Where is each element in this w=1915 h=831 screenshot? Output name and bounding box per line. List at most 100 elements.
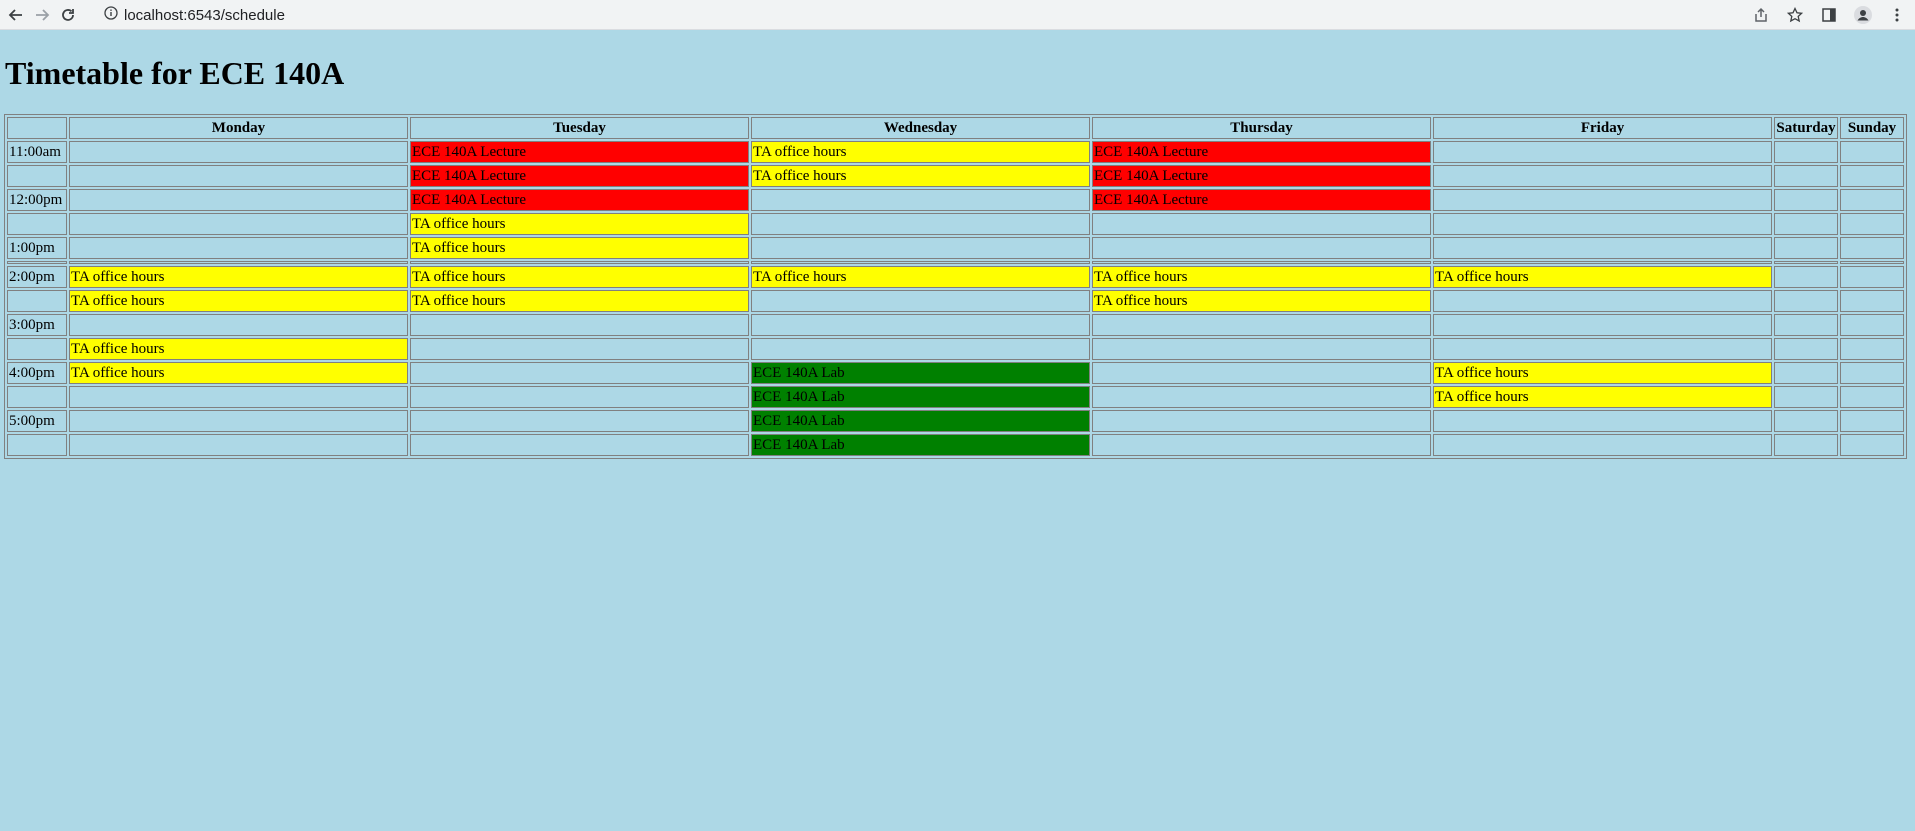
empty-slot-cell (68, 189, 408, 211)
empty-slot-cell (1433, 213, 1773, 235)
menu-kebab-icon[interactable] (1885, 4, 1909, 26)
address-bar[interactable]: localhost:6543/schedule (104, 3, 285, 27)
empty-slot-cell (409, 434, 750, 456)
empty-slot-cell (409, 314, 750, 336)
ta-office-hours-cell: TA office hours (409, 237, 750, 259)
ta-office-hours-cell: TA office hours (751, 141, 1090, 163)
timetable: Monday Tuesday Wednesday Thursday Friday Satu… (4, 114, 1907, 459)
empty-slot-cell (1774, 410, 1838, 432)
empty-slot-cell (68, 165, 408, 187)
lecture-cell: ECE 140A Lecture (409, 141, 750, 163)
empty-slot-cell (1433, 314, 1773, 336)
bookmark-star-icon[interactable] (1783, 4, 1807, 26)
empty-slot-cell (1840, 213, 1904, 235)
empty-slot-cell (1840, 386, 1904, 408)
time-label (7, 261, 67, 264)
empty-slot-cell (1840, 290, 1904, 312)
header-saturday: Saturday (1774, 117, 1838, 139)
ta-office-hours-cell: TA office hours (409, 266, 750, 288)
site-info-icon[interactable] (104, 5, 118, 25)
empty-slot-cell (751, 237, 1090, 259)
empty-slot-cell (68, 314, 408, 336)
time-label (7, 213, 67, 235)
empty-slot-cell (1433, 338, 1773, 360)
empty-slot-cell (1774, 290, 1838, 312)
lecture-cell: ECE 140A Lecture (1091, 165, 1432, 187)
empty-slot-cell (1091, 434, 1432, 456)
ta-office-hours-cell: TA office hours (68, 362, 408, 384)
time-label: 12:00pm (7, 189, 67, 211)
empty-slot-cell (68, 141, 408, 163)
empty-slot-cell (1774, 266, 1838, 288)
empty-slot-cell (409, 362, 750, 384)
header-wednesday: Wednesday (751, 117, 1090, 139)
empty-slot-cell (409, 386, 750, 408)
time-slot-row: 5:00pm ECE 140A Lab (7, 410, 1904, 432)
empty-slot-cell (1433, 290, 1773, 312)
empty-slot-cell (409, 410, 750, 432)
spacer-row (7, 261, 1904, 264)
empty-slot-cell (68, 261, 408, 264)
empty-slot-cell (751, 213, 1090, 235)
empty-slot-cell (1433, 237, 1773, 259)
lab-cell: ECE 140A Lab (751, 362, 1090, 384)
empty-slot-cell (1774, 386, 1838, 408)
empty-slot-cell (1433, 165, 1773, 187)
empty-slot-cell (1774, 338, 1838, 360)
empty-slot-cell (1433, 410, 1773, 432)
empty-slot-cell (1433, 434, 1773, 456)
empty-slot-cell (1774, 261, 1838, 264)
time-slot-row: 2:00pm TA office hours TA office hours TA o… (7, 266, 1904, 288)
empty-slot-cell (1774, 434, 1838, 456)
empty-slot-cell (751, 338, 1090, 360)
time-label (7, 434, 67, 456)
ta-office-hours-cell: TA office hours (1433, 362, 1773, 384)
url-text[interactable]: localhost:6543/schedule (124, 7, 285, 24)
profile-avatar-icon[interactable] (1851, 4, 1875, 26)
empty-slot-cell (1774, 314, 1838, 336)
empty-slot-cell (751, 314, 1090, 336)
header-friday: Friday (1433, 117, 1773, 139)
empty-slot-cell (68, 237, 408, 259)
time-label: 1:00pm (7, 237, 67, 259)
ta-office-hours-cell: TA office hours (68, 338, 408, 360)
lab-cell: ECE 140A Lab (751, 386, 1090, 408)
empty-slot-cell (1091, 237, 1432, 259)
empty-slot-cell (1840, 189, 1904, 211)
empty-slot-cell (1091, 338, 1432, 360)
ta-office-hours-cell: TA office hours (751, 165, 1090, 187)
ta-office-hours-cell: TA office hours (1433, 266, 1773, 288)
empty-slot-cell (1774, 237, 1838, 259)
empty-slot-cell (1091, 213, 1432, 235)
time-label (7, 290, 67, 312)
forward-arrow-icon[interactable] (30, 4, 54, 26)
page-body: Timetable for ECE 140A Monday Tuesday Wedn… (0, 30, 1915, 831)
header-monday: Monday (68, 117, 408, 139)
empty-slot-cell (1840, 141, 1904, 163)
empty-slot-cell (1433, 261, 1773, 264)
time-label (7, 386, 67, 408)
empty-slot-cell (1840, 237, 1904, 259)
lab-cell: ECE 140A Lab (751, 410, 1090, 432)
share-icon[interactable] (1749, 4, 1773, 26)
browser-toolbar: localhost:6543/schedule (0, 0, 1915, 30)
empty-slot-cell (409, 261, 750, 264)
time-slot-row: ECE 140A Lab (7, 434, 1904, 456)
header-sunday: Sunday (1840, 117, 1904, 139)
header-time (7, 117, 67, 139)
time-slot-row: TA office hours (7, 338, 1904, 360)
time-label: 4:00pm (7, 362, 67, 384)
lecture-cell: ECE 140A Lecture (1091, 141, 1432, 163)
lecture-cell: ECE 140A Lecture (409, 189, 750, 211)
ta-office-hours-cell: TA office hours (751, 266, 1090, 288)
lecture-cell: ECE 140A Lecture (409, 165, 750, 187)
empty-slot-cell (1774, 165, 1838, 187)
lecture-cell: ECE 140A Lecture (1091, 189, 1432, 211)
side-panel-icon[interactable] (1817, 4, 1841, 26)
empty-slot-cell (1840, 165, 1904, 187)
ta-office-hours-cell: TA office hours (1091, 290, 1432, 312)
time-slot-row: ECE 140A Lab TA office hours (7, 386, 1904, 408)
reload-icon[interactable] (56, 4, 80, 26)
back-arrow-icon[interactable] (4, 4, 28, 26)
ta-office-hours-cell: TA office hours (68, 290, 408, 312)
